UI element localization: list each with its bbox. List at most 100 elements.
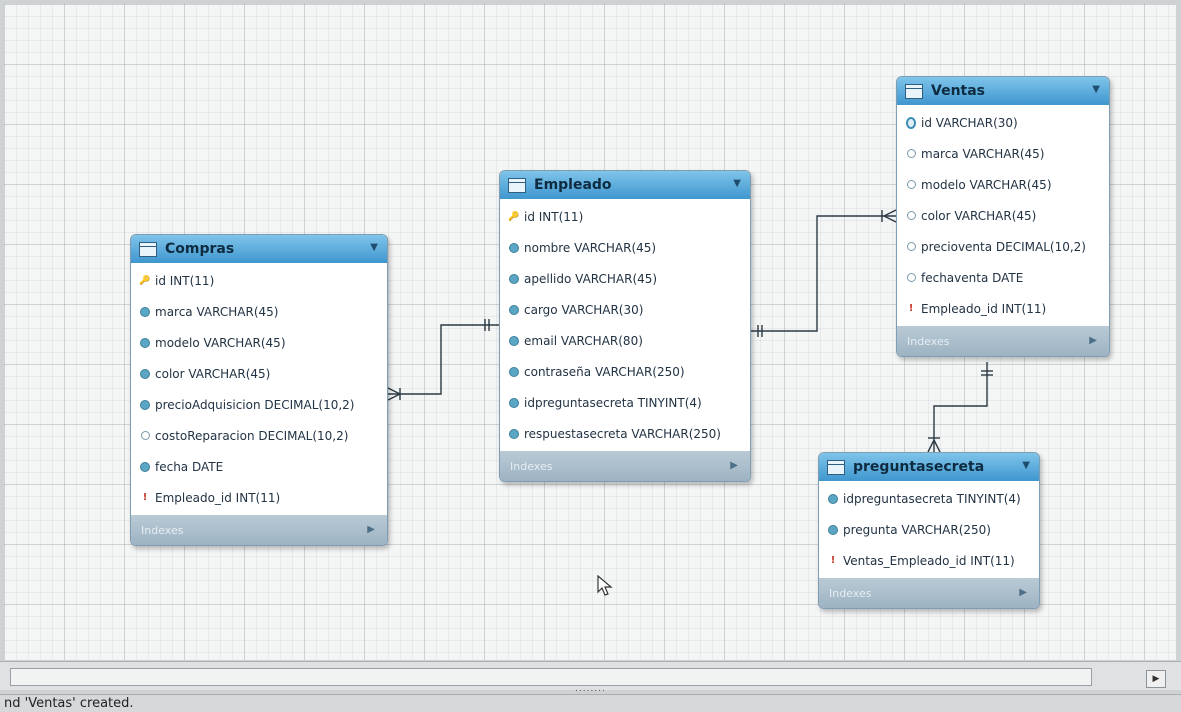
table-header[interactable]: Ventas ▼	[897, 77, 1109, 105]
table-icon	[827, 459, 845, 475]
column-row[interactable]: precioAdquisicion DECIMAL(10,2)	[131, 389, 387, 420]
indexes-label: Indexes	[141, 523, 184, 537]
column-row[interactable]: color VARCHAR(45)	[897, 200, 1109, 231]
column-icon	[906, 180, 916, 189]
collapse-arrow-icon[interactable]: ▼	[370, 242, 378, 253]
column-label: respuestasecreta VARCHAR(250)	[524, 426, 721, 441]
column-icon	[509, 274, 519, 284]
expand-indexes-icon[interactable]: ▶	[730, 460, 738, 471]
table-icon	[508, 177, 526, 193]
indexes-section[interactable]: Indexes ▶	[897, 326, 1109, 356]
foreign-key-icon: !	[142, 492, 148, 503]
column-icon	[509, 336, 519, 346]
table-compras[interactable]: Compras ▼ 🔑 id INT(11) marca VARCHAR(45) mo…	[130, 234, 388, 546]
column-icon	[906, 211, 916, 220]
indexes-section[interactable]: Indexes ▶	[819, 578, 1039, 608]
collapse-arrow-icon[interactable]: ▼	[1022, 460, 1030, 471]
table-ventas[interactable]: Ventas ▼ id VARCHAR(30) marca VARCHAR(45)…	[896, 76, 1110, 357]
collapse-arrow-icon[interactable]: ▼	[733, 178, 741, 189]
expand-indexes-icon[interactable]: ▶	[367, 524, 375, 535]
column-row[interactable]: contraseña VARCHAR(250)	[500, 356, 750, 387]
column-label: id VARCHAR(30)	[921, 115, 1018, 130]
column-row[interactable]: modelo VARCHAR(45)	[897, 169, 1109, 200]
column-icon	[509, 429, 519, 439]
column-icon	[140, 431, 150, 440]
column-list: 🔑 id INT(11) nombre VARCHAR(45) apellido VA…	[500, 199, 750, 451]
column-label: id INT(11)	[524, 209, 584, 224]
relationship-ventas-preguntasecreta[interactable]	[927, 362, 993, 453]
column-list: 🔑 id INT(11) marca VARCHAR(45) modelo VARCH…	[131, 263, 387, 515]
column-label: Empleado_id INT(11)	[155, 490, 281, 505]
table-header[interactable]: preguntasecreta ▼	[819, 453, 1039, 481]
column-icon	[140, 462, 150, 472]
table-icon	[905, 83, 923, 99]
table-preguntasecreta[interactable]: preguntasecreta ▼ idpreguntasecreta TINY…	[818, 452, 1040, 609]
column-icon	[509, 305, 519, 315]
column-label: contraseña VARCHAR(250)	[524, 364, 685, 379]
column-row[interactable]: 🔑 id INT(11)	[500, 201, 750, 232]
column-row[interactable]: nombre VARCHAR(45)	[500, 232, 750, 263]
indexes-label: Indexes	[907, 334, 950, 348]
relationship-empleado-ventas[interactable]	[749, 209, 897, 337]
table-header[interactable]: Compras ▼	[131, 235, 387, 263]
column-row[interactable]: idpreguntasecreta TINYINT(4)	[819, 483, 1039, 514]
column-label: Ventas_Empleado_id INT(11)	[843, 553, 1015, 568]
column-icon	[906, 242, 916, 251]
column-row[interactable]: fecha DATE	[131, 451, 387, 482]
indexes-section[interactable]: Indexes ▶	[500, 451, 750, 481]
column-row[interactable]: color VARCHAR(45)	[131, 358, 387, 389]
table-header[interactable]: Empleado ▼	[500, 171, 750, 199]
column-label: marca VARCHAR(45)	[155, 304, 279, 319]
column-label: fecha DATE	[155, 459, 224, 474]
scrollbar-grip[interactable]: ........	[575, 684, 606, 694]
scrollbar-track[interactable]	[10, 668, 1092, 686]
column-label: marca VARCHAR(45)	[921, 146, 1045, 161]
column-icon	[828, 525, 838, 535]
column-row[interactable]: cargo VARCHAR(30)	[500, 294, 750, 325]
primary-key-icon: 🔑	[508, 211, 520, 222]
expand-indexes-icon[interactable]: ▶	[1089, 335, 1097, 346]
indexes-section[interactable]: Indexes ▶	[131, 515, 387, 545]
primary-key-icon: 🔑	[139, 275, 151, 286]
column-row[interactable]: ! Empleado_id INT(11)	[131, 482, 387, 513]
table-empleado[interactable]: Empleado ▼ 🔑 id INT(11) nombre VARCHAR(45)…	[499, 170, 751, 482]
diagram-canvas[interactable]: Compras ▼ 🔑 id INT(11) marca VARCHAR(45) mo…	[4, 4, 1176, 660]
relationship-compras-empleado[interactable]	[387, 319, 499, 401]
scroll-right-arrow-icon[interactable]: ▶	[1146, 670, 1166, 688]
column-row[interactable]: id VARCHAR(30)	[897, 107, 1109, 138]
table-title: Compras	[165, 241, 235, 257]
column-row[interactable]: costoReparacion DECIMAL(10,2)	[131, 420, 387, 451]
column-row[interactable]: email VARCHAR(80)	[500, 325, 750, 356]
column-row[interactable]: apellido VARCHAR(45)	[500, 263, 750, 294]
column-row[interactable]: marca VARCHAR(45)	[131, 296, 387, 327]
column-label: idpreguntasecreta TINYINT(4)	[843, 491, 1021, 506]
column-label: apellido VARCHAR(45)	[524, 271, 658, 286]
column-row[interactable]: modelo VARCHAR(45)	[131, 327, 387, 358]
column-icon	[140, 369, 150, 379]
status-bar: nd 'Ventas' created.	[0, 694, 1181, 712]
column-label: fechaventa DATE	[921, 270, 1024, 285]
collapse-arrow-icon[interactable]: ▼	[1092, 84, 1100, 95]
column-label: modelo VARCHAR(45)	[155, 335, 286, 350]
column-row[interactable]: respuestasecreta VARCHAR(250)	[500, 418, 750, 449]
expand-indexes-icon[interactable]: ▶	[1019, 587, 1027, 598]
column-icon	[509, 243, 519, 253]
column-row[interactable]: ! Ventas_Empleado_id INT(11)	[819, 545, 1039, 576]
column-label: color VARCHAR(45)	[155, 366, 271, 381]
horizontal-scrollbar[interactable]: ........ ▶	[0, 661, 1181, 694]
column-icon	[509, 367, 519, 377]
column-row[interactable]: marca VARCHAR(45)	[897, 138, 1109, 169]
column-row[interactable]: ! Empleado_id INT(11)	[897, 293, 1109, 324]
column-row[interactable]: pregunta VARCHAR(250)	[819, 514, 1039, 545]
column-label: cargo VARCHAR(30)	[524, 302, 644, 317]
table-icon	[139, 241, 157, 257]
column-label: precioventa DECIMAL(10,2)	[921, 239, 1086, 254]
column-row[interactable]: idpreguntasecreta TINYINT(4)	[500, 387, 750, 418]
column-icon	[509, 398, 519, 408]
column-label: idpreguntasecreta TINYINT(4)	[524, 395, 702, 410]
column-row[interactable]: precioventa DECIMAL(10,2)	[897, 231, 1109, 262]
status-message: nd 'Ventas' created.	[4, 696, 134, 711]
column-icon	[140, 307, 150, 317]
column-row[interactable]: 🔑 id INT(11)	[131, 265, 387, 296]
column-row[interactable]: fechaventa DATE	[897, 262, 1109, 293]
